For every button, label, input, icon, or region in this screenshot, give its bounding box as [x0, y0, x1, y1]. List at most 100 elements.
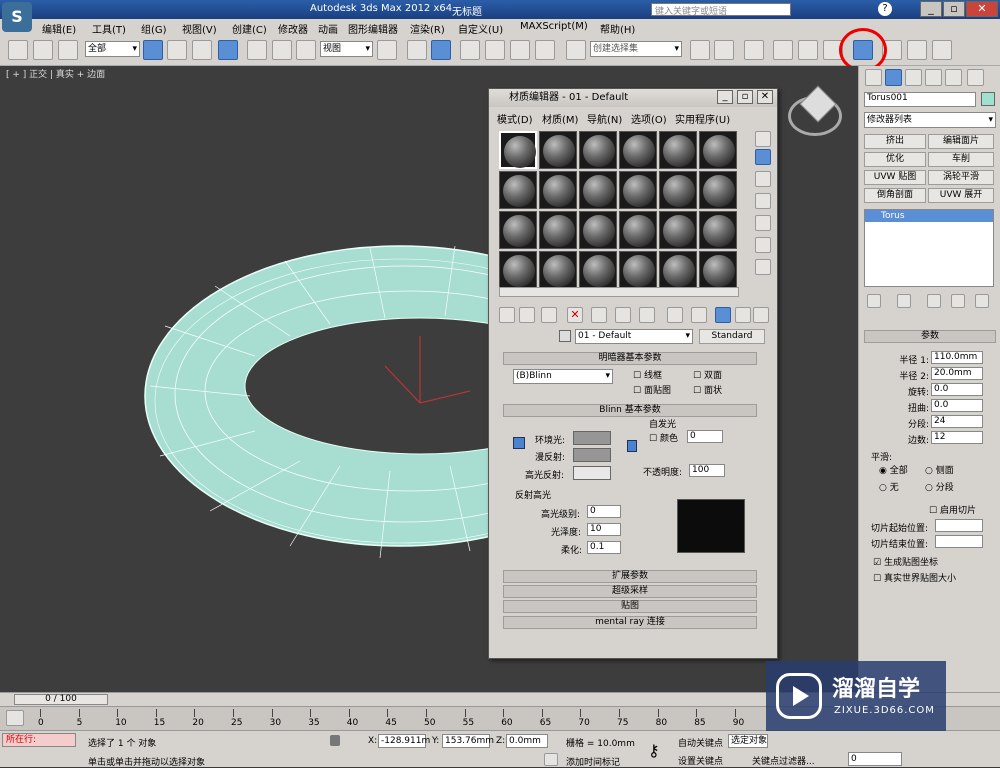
- spec-level-spinner[interactable]: 0: [587, 505, 621, 518]
- spinner-snap-icon[interactable]: [535, 40, 555, 60]
- radius1-spinner[interactable]: 110.0mm: [931, 351, 983, 364]
- put-to-library-icon[interactable]: [615, 307, 631, 323]
- window-crossing-icon[interactable]: [218, 40, 238, 60]
- modifier-stack[interactable]: Torus: [864, 209, 994, 287]
- scale-icon[interactable]: [296, 40, 316, 60]
- sample-slot[interactable]: [659, 171, 697, 209]
- curve-editor-icon[interactable]: [798, 40, 818, 60]
- sample-slot[interactable]: [659, 211, 697, 249]
- wire-checkbox[interactable]: ☐ 线框: [633, 368, 662, 381]
- slice-on-checkbox[interactable]: ☐ 启用切片: [929, 503, 976, 516]
- faceted-checkbox[interactable]: ☐ 面状: [693, 383, 722, 396]
- mat-menu-mode[interactable]: 模式(D): [497, 111, 533, 126]
- select-object-icon[interactable]: [143, 40, 163, 60]
- viewcube[interactable]: [788, 85, 842, 136]
- sample-slot[interactable]: [699, 211, 737, 249]
- manipulate-icon[interactable]: [407, 40, 427, 60]
- set-key-button[interactable]: 设置关键点: [678, 754, 723, 767]
- menu-modifiers[interactable]: 修改器: [278, 21, 308, 36]
- sample-slot[interactable]: [699, 251, 737, 289]
- lathe-button[interactable]: 车削: [928, 152, 994, 167]
- object-color-swatch[interactable]: [981, 92, 995, 106]
- menu-tools[interactable]: 工具(T): [92, 21, 126, 36]
- rendered-frame-icon[interactable]: [907, 40, 927, 60]
- smooth-segments-radio[interactable]: ○ 分段: [925, 480, 954, 493]
- menu-create[interactable]: 创建(C): [232, 21, 267, 36]
- go-sibling-icon[interactable]: [735, 307, 751, 323]
- sample-slot[interactable]: [699, 131, 737, 169]
- viewport-label[interactable]: [ + ] 正交 | 真实 + 边面: [6, 67, 105, 80]
- background-icon[interactable]: [755, 171, 771, 187]
- z-coord[interactable]: 0.0mm: [506, 734, 548, 748]
- material-name-field[interactable]: 01 - Default ▾: [575, 329, 693, 344]
- menu-edit[interactable]: 编辑(E): [42, 21, 76, 36]
- named-selection-dropdown[interactable]: 创建选择集 ▾: [590, 41, 682, 57]
- menu-animation[interactable]: 动画: [318, 21, 338, 36]
- help-icon[interactable]: ?: [878, 2, 892, 16]
- hierarchy-tab-icon[interactable]: [905, 69, 922, 86]
- minimize-icon[interactable]: _: [717, 90, 733, 104]
- configure-sets-icon[interactable]: [975, 294, 989, 308]
- frame-field[interactable]: 0: [848, 752, 902, 766]
- menu-graph-editors[interactable]: 图形编辑器: [348, 21, 398, 36]
- edit-named-sel-icon[interactable]: [566, 40, 586, 60]
- backlight-icon[interactable]: [755, 149, 771, 165]
- sample-slot[interactable]: [499, 211, 537, 249]
- snap-icon[interactable]: [460, 40, 480, 60]
- turbosmooth-button[interactable]: 涡轮平滑: [928, 170, 994, 185]
- menu-maxscript[interactable]: MAXScript(M): [520, 21, 588, 32]
- extrude-button[interactable]: 挤出: [864, 134, 926, 149]
- uvw-map-button[interactable]: UVW 贴图: [864, 170, 926, 185]
- rotation-spinner[interactable]: 0.0: [931, 383, 983, 396]
- sample-slot[interactable]: [579, 131, 617, 169]
- x-coord[interactable]: -128.911m: [378, 734, 430, 748]
- blinn-rollout-header[interactable]: Blinn 基本参数: [503, 404, 757, 417]
- mat-menu-navigation[interactable]: 导航(N): [587, 111, 622, 126]
- options-icon[interactable]: [755, 259, 771, 275]
- auto-key-button[interactable]: 自动关键点: [678, 736, 723, 749]
- sample-slot[interactable]: [539, 211, 577, 249]
- mirror-icon[interactable]: [690, 40, 710, 60]
- sample-slot[interactable]: [539, 251, 577, 289]
- material-type-button[interactable]: Standard: [699, 329, 765, 344]
- uv-tiling-icon[interactable]: [755, 193, 771, 209]
- mat-menu-options[interactable]: 选项(O): [631, 111, 667, 126]
- make-unique-icon[interactable]: [591, 307, 607, 323]
- sample-slot[interactable]: [579, 251, 617, 289]
- show-map-icon[interactable]: [667, 307, 683, 323]
- lock-icon[interactable]: [330, 735, 340, 746]
- menu-group[interactable]: 组(G): [141, 21, 167, 36]
- params-rollout-header[interactable]: 参数: [864, 330, 996, 343]
- unwrap-uvw-button[interactable]: UVW 展开: [928, 188, 994, 203]
- menu-customize[interactable]: 自定义(U): [458, 21, 503, 36]
- percent-snap-icon[interactable]: [510, 40, 530, 60]
- show-end-icon[interactable]: [691, 307, 707, 323]
- y-coord[interactable]: 153.76mm: [442, 734, 494, 748]
- two-sided-checkbox[interactable]: ☐ 双面: [693, 368, 722, 381]
- optimize-button[interactable]: 优化: [864, 152, 926, 167]
- segments-spinner[interactable]: 24: [931, 415, 983, 428]
- menu-views[interactable]: 视图(V): [182, 21, 217, 36]
- ref-coord-dropdown[interactable]: 视图 ▾: [320, 41, 373, 57]
- rotate-icon[interactable]: [272, 40, 292, 60]
- close-button[interactable]: ✕: [966, 1, 998, 17]
- map-lock-icon[interactable]: [627, 440, 637, 452]
- sample-slot[interactable]: [619, 251, 657, 289]
- move-icon[interactable]: [247, 40, 267, 60]
- sample-scrollbar[interactable]: [499, 287, 739, 297]
- motion-tab-icon[interactable]: [925, 69, 942, 86]
- go-parent-icon[interactable]: [715, 307, 731, 323]
- real-world-checkbox[interactable]: ☐ 真实世界贴图大小: [873, 571, 956, 584]
- glossiness-spinner[interactable]: 10: [587, 523, 621, 536]
- mat-menu-material[interactable]: 材质(M): [542, 111, 578, 126]
- object-name-field[interactable]: Torus001: [864, 92, 976, 107]
- layer-manager-icon[interactable]: [744, 40, 764, 60]
- mental-ray-rollout[interactable]: mental ray 连接: [503, 616, 757, 629]
- maxscript-listener[interactable]: 所在行:: [2, 733, 76, 747]
- sample-slot[interactable]: [659, 251, 697, 289]
- remove-modifier-icon[interactable]: [951, 294, 965, 308]
- radius2-spinner[interactable]: 20.0mm: [931, 367, 983, 380]
- minimize-button[interactable]: _: [920, 1, 942, 17]
- maps-rollout[interactable]: 贴图: [503, 600, 757, 613]
- create-tab-icon[interactable]: [865, 69, 882, 86]
